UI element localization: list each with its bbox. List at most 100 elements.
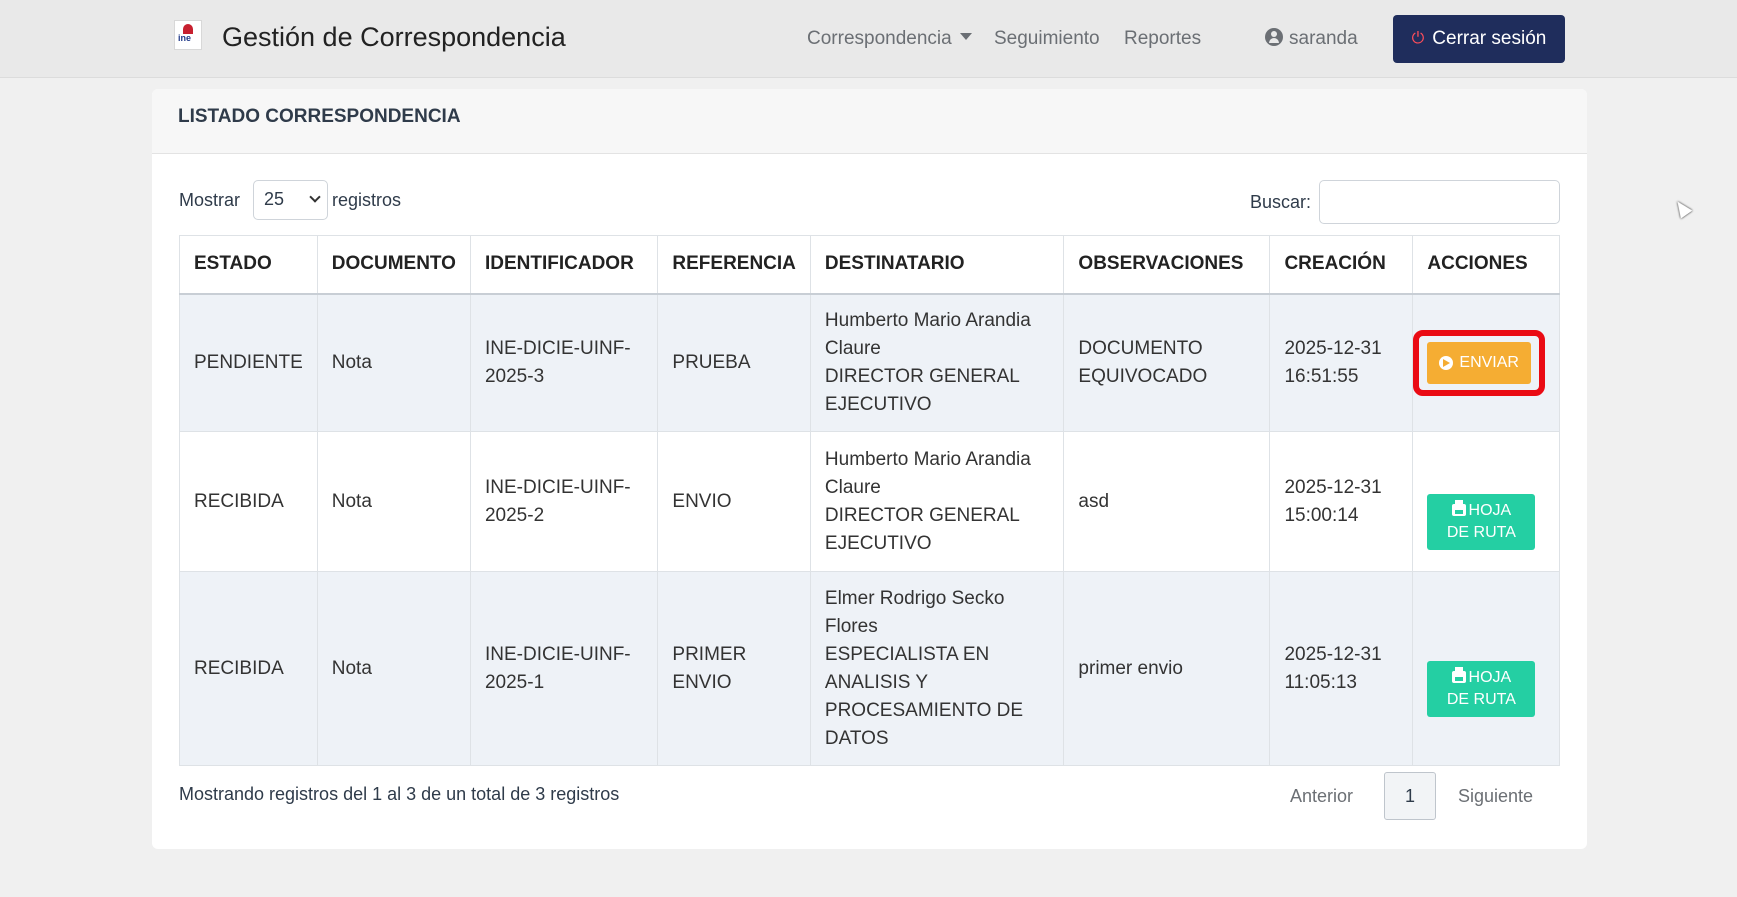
cell-observaciones: primer envio: [1063, 571, 1271, 766]
page-length-value: 25: [264, 189, 285, 209]
observaciones-line: primer envio: [1078, 657, 1183, 679]
cell-referencia: PRIMER ENVIO: [657, 571, 811, 766]
cell-observaciones: asd: [1063, 431, 1271, 572]
referencia-line: PRUEBA: [672, 351, 751, 373]
destinatario-line: EJECUTIVO: [824, 532, 932, 554]
nav-correspondencia-label: Correspondencia: [807, 28, 952, 49]
col-documento[interactable]: DOCUMENTO: [316, 235, 471, 295]
table-row: RECIBIDA Nota INE-DICIE-UINF- 2025-1 PRI…: [179, 571, 1560, 766]
enviar-button[interactable]: ENVIAR: [1427, 341, 1531, 384]
cell-creacion: 2025-12-31 11:05:13: [1269, 571, 1414, 766]
destinatario-line: ANALISIS Y: [824, 671, 929, 693]
navbar: ine Gestión de Correspondencia Correspon…: [0, 0, 1737, 78]
referencia-line: PRIMER: [672, 643, 747, 665]
caret-down-icon: [959, 33, 972, 41]
destinatario-line: DIRECTOR GENERAL: [824, 504, 1020, 526]
col-acciones[interactable]: ACCIONES: [1412, 235, 1560, 295]
destinatario-line: DIRECTOR GENERAL: [824, 365, 1020, 387]
creacion-time: 11:05:13: [1284, 671, 1358, 693]
page-length-select[interactable]: 25: [253, 180, 328, 220]
highlight-box: ENVIAR: [1413, 329, 1545, 396]
chevron-down-icon: [309, 191, 321, 203]
power-icon: ⏻: [1411, 30, 1425, 47]
creacion-date: 2025-12-31: [1284, 337, 1382, 359]
cell-acciones: ENVIAR: [1412, 293, 1560, 432]
hoja-de-ruta-button[interactable]: HOJA DE RUTA: [1427, 660, 1536, 717]
cell-documento: Nota: [316, 571, 471, 766]
creacion-date: 2025-12-31: [1284, 476, 1382, 498]
search-label: Buscar:: [1250, 192, 1312, 212]
col-referencia[interactable]: REFERENCIA: [657, 235, 811, 295]
logout-label: Cerrar sesión: [1432, 28, 1547, 49]
table-info: Mostrando registros del 1 al 3 de un tot…: [179, 784, 620, 804]
hoja-de-ruta-button[interactable]: HOJA DE RUTA: [1427, 493, 1536, 550]
length-label: Mostrar: [179, 190, 241, 210]
col-estado[interactable]: ESTADO: [179, 235, 318, 295]
cell-identificador: INE-DICIE-UINF- 2025-2: [469, 431, 659, 572]
enviar-label: ENVIAR: [1459, 353, 1519, 371]
correspondence-card: LISTADO CORRESPONDENCIA Mostrar 25 regis…: [152, 89, 1587, 849]
nav-reportes[interactable]: Reportes: [1124, 28, 1201, 50]
cell-estado: PENDIENTE: [179, 293, 318, 432]
cell-acciones: HOJA DE RUTA: [1412, 571, 1560, 766]
destinatario-line: Claure: [824, 476, 881, 498]
creacion-date: 2025-12-31: [1284, 643, 1382, 665]
identificador-line: 2025-3: [484, 365, 545, 387]
col-observaciones[interactable]: OBSERVACIONES: [1063, 235, 1271, 295]
cell-estado: RECIBIDA: [179, 571, 318, 766]
logout-button[interactable]: ⏻ Cerrar sesión: [1393, 15, 1565, 63]
referencia-line: ENVIO: [672, 671, 732, 693]
destinatario-line: DATOS: [824, 727, 889, 749]
pagination-next[interactable]: Siguiente: [1458, 786, 1533, 807]
search-input[interactable]: [1319, 180, 1560, 224]
username: saranda: [1289, 28, 1358, 49]
print-icon: [1451, 666, 1466, 683]
identificador-line: 2025-2: [484, 504, 545, 526]
cell-observaciones: DOCUMENTO EQUIVOCADO: [1063, 293, 1271, 432]
pagination-previous[interactable]: Anterior: [1290, 786, 1353, 807]
user-circle-icon: [1265, 27, 1283, 46]
correspondence-table: ESTADO DOCUMENTO IDENTIFICADOR REFERENCI…: [179, 235, 1560, 766]
col-creacion[interactable]: CREACIÓN: [1269, 235, 1414, 295]
col-identificador[interactable]: IDENTIFICADOR: [469, 235, 659, 295]
cell-destinatario: Humberto Mario Arandia Claure DIRECTOR G…: [809, 293, 1065, 432]
cell-identificador: INE-DICIE-UINF- 2025-1: [469, 571, 659, 766]
nav-correspondencia-dropdown[interactable]: Correspondencia: [807, 28, 972, 50]
cell-documento: Nota: [316, 293, 471, 432]
user-menu[interactable]: saranda: [1265, 27, 1358, 50]
hoja-label: HOJA: [1468, 668, 1512, 686]
card-title: LISTADO CORRESPONDENCIA: [152, 89, 1587, 154]
destinatario-line: Claure: [824, 337, 881, 359]
table-row: RECIBIDA Nota INE-DICIE-UINF- 2025-2 ENV…: [179, 431, 1560, 572]
destinatario-line: Elmer Rodrigo Secko: [824, 587, 1005, 609]
identificador-line: 2025-1: [484, 671, 545, 693]
destinatario-line: ESPECIALISTA EN: [824, 643, 990, 665]
mouse-cursor-icon: [1671, 197, 1693, 219]
send-icon: [1439, 355, 1454, 370]
cell-creacion: 2025-12-31 16:51:55: [1269, 293, 1414, 432]
cell-identificador: INE-DICIE-UINF- 2025-3: [469, 293, 659, 432]
identificador-line: INE-DICIE-UINF-: [484, 337, 631, 359]
cell-documento: Nota: [316, 431, 471, 572]
cell-destinatario: Elmer Rodrigo Secko Flores ESPECIALISTA …: [809, 571, 1065, 766]
col-destinatario[interactable]: DESTINATARIO: [809, 235, 1065, 295]
print-icon: [1451, 499, 1466, 516]
observaciones-line: asd: [1078, 490, 1110, 512]
cell-referencia: ENVIO: [657, 431, 811, 572]
app-title[interactable]: Gestión de Correspondencia: [222, 22, 566, 53]
destinatario-line: Humberto Mario Arandia: [824, 309, 1031, 331]
ine-logo[interactable]: ine: [174, 20, 202, 50]
cell-creacion: 2025-12-31 15:00:14: [1269, 431, 1414, 572]
identificador-line: INE-DICIE-UINF-: [484, 476, 631, 498]
pagination-page-1[interactable]: 1: [1384, 772, 1436, 820]
cell-destinatario: Humberto Mario Arandia Claure DIRECTOR G…: [809, 431, 1065, 572]
observaciones-line: EQUIVOCADO: [1078, 365, 1208, 387]
logo-text: ine: [178, 33, 192, 43]
cell-referencia: PRUEBA: [657, 293, 811, 432]
identificador-line: INE-DICIE-UINF-: [484, 643, 631, 665]
nav-seguimiento[interactable]: Seguimiento: [994, 28, 1100, 50]
table-row: PENDIENTE Nota INE-DICIE-UINF- 2025-3 PR…: [179, 293, 1560, 432]
cell-acciones: HOJA DE RUTA: [1412, 431, 1560, 572]
length-suffix: registros: [332, 190, 402, 210]
hoja-label-2: DE RUTA: [1446, 690, 1516, 708]
